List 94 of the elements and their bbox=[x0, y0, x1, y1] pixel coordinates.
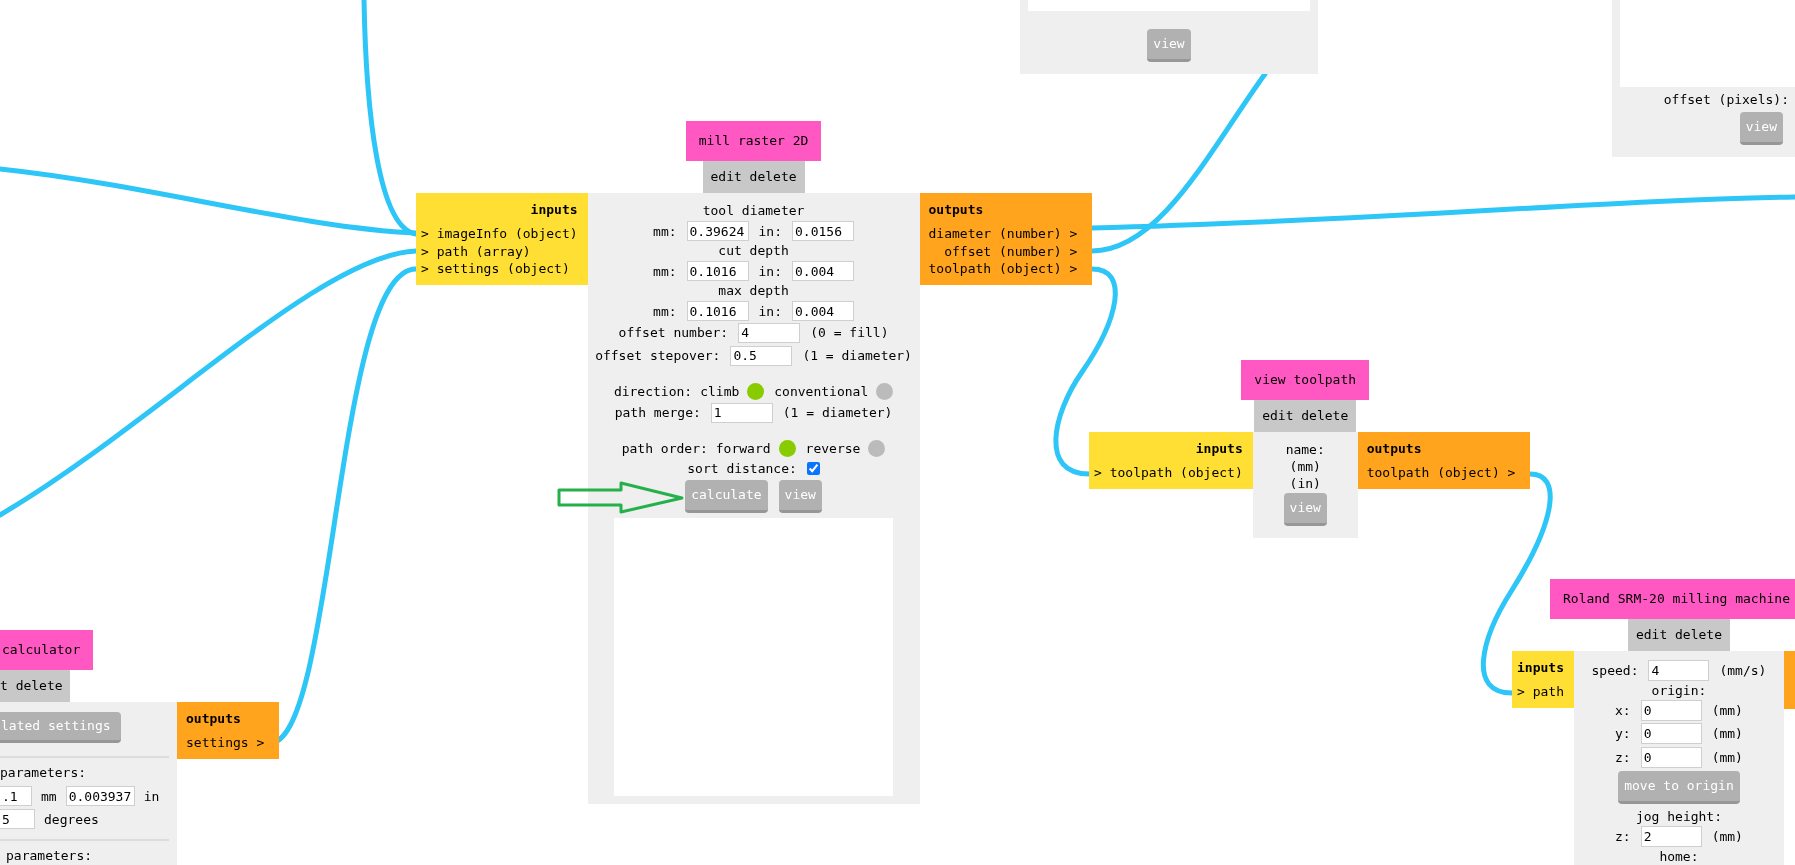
menu-link[interactable]: delete bbox=[15, 677, 63, 695]
menu-link[interactable]: delete bbox=[1675, 626, 1722, 644]
field-label: z: bbox=[1615, 748, 1631, 766]
section-heading: parameters: bbox=[5, 847, 94, 865]
unit-label: (1 = diameter) bbox=[782, 404, 893, 421]
radio-button[interactable] bbox=[747, 382, 765, 400]
unit-label: (mm) bbox=[1711, 748, 1743, 766]
unit-label: degrees bbox=[44, 810, 99, 828]
output-port[interactable]: diameter (number) > bbox=[928, 225, 1078, 243]
unit-label: (mm/s) bbox=[1719, 662, 1767, 680]
text-input[interactable]: 2 bbox=[1640, 826, 1702, 848]
text-input[interactable]: 0.1016 bbox=[686, 301, 749, 321]
option-label: reverse bbox=[805, 439, 861, 457]
option-label: climb bbox=[700, 382, 740, 400]
field-label: jog height: bbox=[1635, 809, 1722, 825]
unit-label: mm: bbox=[653, 222, 677, 240]
field-label: x: bbox=[1615, 701, 1631, 719]
field-label: path order: bbox=[621, 439, 708, 457]
field-label: offset stepover: bbox=[595, 347, 721, 364]
unit-label: (mm) bbox=[1711, 701, 1743, 719]
unit-label: (mm) bbox=[1711, 828, 1743, 846]
panel-heading: inputs bbox=[529, 201, 578, 219]
unit-label: (1 = diameter) bbox=[802, 347, 912, 364]
node-title[interactable]: Roland SRM-20 milling machine bbox=[1550, 579, 1795, 619]
unit-label: in bbox=[143, 787, 160, 805]
unit-label: in: bbox=[758, 222, 783, 240]
input-port[interactable]: > path bbox=[1517, 683, 1564, 701]
menu-link[interactable]: delete bbox=[1301, 407, 1349, 425]
output-port[interactable]: toolpath (object) > bbox=[1366, 464, 1516, 482]
text-input[interactable]: 0.0156 bbox=[792, 221, 855, 241]
field-label: sort distance: bbox=[687, 459, 797, 477]
field-label: home: bbox=[1659, 848, 1699, 865]
field-label: (in) bbox=[1289, 475, 1321, 492]
radio-button[interactable] bbox=[876, 382, 894, 400]
field-label: y: bbox=[1615, 725, 1631, 743]
field-label: offset (pixels): bbox=[1663, 91, 1789, 109]
text-input[interactable]: 0.004 bbox=[792, 301, 855, 321]
panel-heading: inputs bbox=[1517, 659, 1564, 677]
menu-link[interactable]: edit bbox=[1262, 407, 1294, 425]
field-label: max depth bbox=[718, 282, 789, 300]
field-label: offset number: bbox=[618, 324, 729, 341]
unit-label: (mm) bbox=[1711, 725, 1743, 743]
text-input[interactable]: 1 bbox=[710, 402, 773, 423]
option-label: conventional bbox=[774, 382, 869, 400]
field-label: name: bbox=[1285, 441, 1325, 458]
text-input[interactable]: 0.5 bbox=[730, 345, 793, 366]
text-input[interactable]: 0.004 bbox=[792, 261, 855, 281]
output-port[interactable]: settings > bbox=[186, 734, 265, 752]
unit-label: mm bbox=[41, 787, 57, 805]
field-label: origin: bbox=[1651, 682, 1707, 699]
option-label: forward bbox=[715, 439, 771, 457]
menu-link[interactable]: edit bbox=[710, 168, 742, 186]
output-port[interactable]: toolpath (object) > bbox=[928, 260, 1078, 278]
text-input[interactable]: 5 bbox=[0, 809, 35, 829]
unit-label: in: bbox=[758, 302, 783, 320]
input-port[interactable]: > settings (object) bbox=[421, 260, 578, 278]
unit-label: (0 = fill) bbox=[810, 324, 889, 341]
section-heading: parameters: bbox=[0, 764, 88, 782]
radio-button[interactable] bbox=[868, 439, 886, 457]
node-title[interactable]: calculator bbox=[0, 630, 94, 670]
node-title[interactable]: mill raster 2D bbox=[685, 121, 822, 161]
menu-link[interactable]: edit bbox=[1635, 626, 1668, 644]
checkbox[interactable] bbox=[806, 461, 820, 475]
text-input[interactable]: .1 bbox=[0, 786, 32, 806]
input-port[interactable]: > imageInfo (object) bbox=[421, 225, 578, 243]
text-input[interactable]: 0 bbox=[1640, 699, 1702, 721]
text-input[interactable]: 0 bbox=[1640, 723, 1702, 745]
field-label: (mm) bbox=[1289, 458, 1321, 475]
text-input[interactable]: 0.39624 bbox=[686, 221, 749, 241]
field-label: speed: bbox=[1591, 662, 1639, 680]
panel-heading: outputs bbox=[1366, 440, 1423, 458]
panel-heading: outputs bbox=[928, 201, 985, 219]
node-title[interactable]: view toolpath bbox=[1241, 360, 1370, 400]
text-input[interactable]: 4 bbox=[738, 322, 801, 343]
text-input[interactable]: 0.003937 bbox=[65, 786, 135, 806]
field-label: cut depth bbox=[718, 242, 789, 260]
unit-label: mm: bbox=[653, 302, 677, 320]
unit-label: mm: bbox=[653, 262, 677, 280]
panel-heading: outputs bbox=[186, 710, 242, 728]
output-port[interactable]: offset (number) > bbox=[928, 242, 1078, 260]
field-label: path merge: bbox=[614, 404, 701, 421]
field-label: z: bbox=[1615, 828, 1631, 846]
field-label: tool diameter bbox=[702, 202, 805, 220]
text-input[interactable]: 4 bbox=[1648, 660, 1710, 682]
menu-link[interactable]: delete bbox=[749, 168, 797, 186]
input-port[interactable]: > path (array) bbox=[421, 242, 578, 260]
menu-link[interactable]: t bbox=[0, 677, 8, 695]
field-label: direction: bbox=[613, 382, 693, 400]
text-input[interactable]: 0 bbox=[1640, 746, 1702, 768]
unit-label: in: bbox=[758, 262, 783, 280]
text-input[interactable]: 0.1016 bbox=[686, 261, 749, 281]
input-port[interactable]: > toolpath (object) bbox=[1094, 464, 1243, 482]
radio-button[interactable] bbox=[778, 439, 796, 457]
panel-heading: inputs bbox=[1194, 440, 1243, 458]
